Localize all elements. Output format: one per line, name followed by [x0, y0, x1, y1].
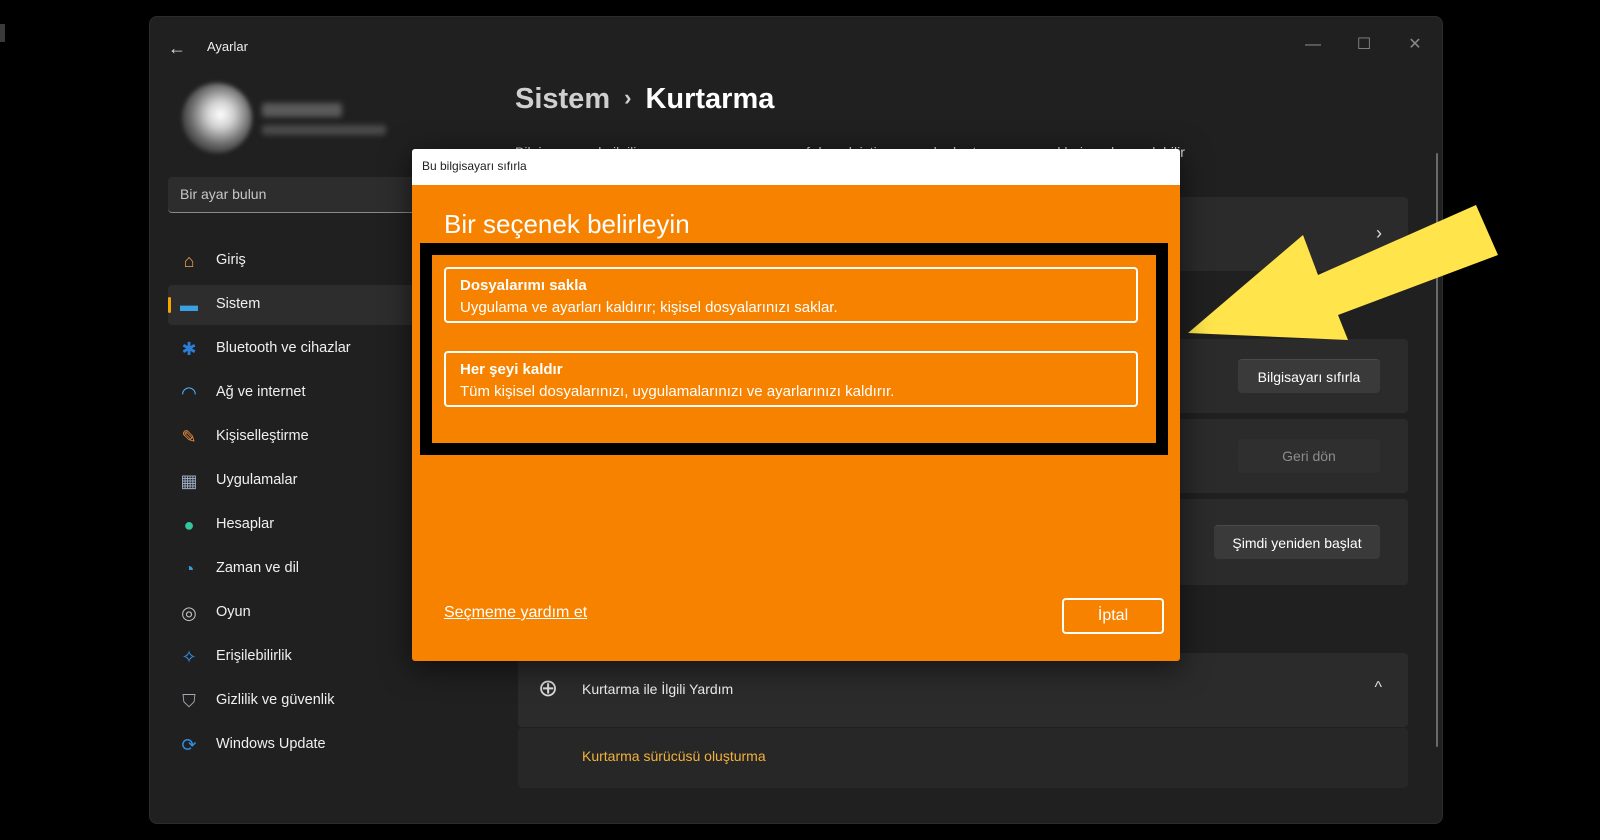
search-placeholder: Bir ayar bulun	[180, 186, 267, 202]
gamepad-icon: ◎	[181, 603, 197, 623]
avatar[interactable]	[182, 83, 252, 153]
options-highlight-frame: Dosyalarımı sakla Uygulama ve ayarları k…	[420, 243, 1168, 455]
help-me-choose-link[interactable]: Seçmeme yardım et	[444, 604, 587, 622]
dialog-title-bar: Bu bilgisayarı sıfırla	[412, 149, 1180, 185]
profile-name-blurred	[262, 103, 342, 117]
help-section-content: Kurtarma sürücüsü oluşturma	[518, 728, 1408, 788]
bluetooth-icon: ✱	[181, 339, 197, 359]
option-title: Her şeyi kaldır	[460, 361, 563, 378]
sidebar-item-label: Bluetooth ve cihazlar	[216, 340, 351, 356]
option-description: Tüm kişisel dosyalarınızı, uygulamaların…	[460, 383, 895, 400]
brush-icon: ✎	[181, 427, 197, 447]
sidebar-item-label: Oyun	[216, 604, 251, 620]
sidebar-item-label: Uygulamalar	[216, 472, 298, 488]
update-icon: ⟳	[181, 735, 197, 755]
screen-edge-mark	[0, 24, 5, 42]
help-section-header[interactable]: ⊕ Kurtarma ile İlgili Yardım ^	[518, 653, 1408, 727]
breadcrumb: Sistem › Kurtarma	[515, 83, 774, 116]
home-icon: ⌂	[183, 251, 195, 271]
shield-icon: ⛉	[182, 691, 196, 711]
option-description: Uygulama ve ayarları kaldırır; kişisel d…	[460, 299, 838, 316]
arrow-left-icon: ←	[168, 38, 186, 58]
option-title: Dosyalarımı sakla	[460, 277, 587, 294]
globe-clock-icon: ◔	[183, 559, 195, 579]
option-keep-files[interactable]: Dosyalarımı sakla Uygulama ve ayarları k…	[444, 267, 1138, 323]
monitor-icon: ▬	[180, 295, 198, 315]
minimize-button[interactable]: —	[1290, 31, 1336, 59]
options-container: Dosyalarımı sakla Uygulama ve ayarları k…	[432, 255, 1156, 443]
title-bar: ← Ayarlar — ☐ ✕	[150, 17, 1442, 77]
breadcrumb-parent[interactable]: Sistem	[515, 83, 610, 115]
accessibility-icon: ✧	[181, 647, 197, 667]
globe-icon: ⊕	[538, 675, 559, 702]
create-recovery-drive-link[interactable]: Kurtarma sürücüsü oluşturma	[582, 748, 766, 764]
sidebar-item-label: Giriş	[216, 252, 246, 268]
help-section-label: Kurtarma ile İlgili Yardım	[582, 681, 734, 697]
profile-email-blurred	[262, 125, 386, 135]
go-back-button[interactable]: Geri dön	[1238, 439, 1380, 473]
sidebar-item-label: Zaman ve dil	[216, 560, 300, 576]
sidebar-item-label: Gizlilik ve güvenlik	[216, 692, 335, 708]
back-button[interactable]: ←	[166, 37, 188, 59]
reset-pc-button[interactable]: Bilgisayarı sıfırla	[1238, 359, 1380, 393]
restart-now-button[interactable]: Şimdi yeniden başlat	[1214, 525, 1380, 559]
sidebar-item-label: Ağ ve internet	[216, 384, 306, 400]
app-title: Ayarlar	[207, 39, 248, 54]
sidebar-item-label: Erişilebilirlik	[216, 648, 292, 664]
wifi-icon: ◠	[181, 383, 197, 403]
maximize-button[interactable]: ☐	[1341, 31, 1387, 59]
sidebar-item-10[interactable]: ⛉ Gizlilik ve güvenlik	[168, 681, 508, 721]
dialog-title: Bu bilgisayarı sıfırla	[422, 159, 527, 173]
sidebar-item-11[interactable]: ⟳ Windows Update	[168, 725, 508, 765]
option-remove-everything[interactable]: Her şeyi kaldır Tüm kişisel dosyalarınız…	[444, 351, 1138, 407]
chevron-right-icon: ›	[624, 85, 632, 110]
sidebar-item-label: Hesaplar	[216, 516, 275, 532]
reset-pc-dialog: Bu bilgisayarı sıfırla Bir seçenek belir…	[412, 149, 1180, 661]
annotation-arrow-icon	[1188, 205, 1498, 340]
apps-icon: ▦	[180, 471, 198, 491]
sidebar-item-label: Sistem	[216, 296, 261, 312]
chevron-up-icon: ^	[1374, 679, 1382, 696]
close-button[interactable]: ✕	[1392, 31, 1438, 59]
page-title: Kurtarma	[645, 83, 775, 115]
sidebar-item-label: Windows Update	[216, 736, 326, 752]
dialog-heading: Bir seçenek belirleyin	[444, 209, 690, 239]
sidebar-item-label: Kişiselleştirme	[216, 428, 309, 444]
person-icon: ●	[183, 515, 195, 535]
cancel-button[interactable]: İptal	[1062, 598, 1164, 634]
